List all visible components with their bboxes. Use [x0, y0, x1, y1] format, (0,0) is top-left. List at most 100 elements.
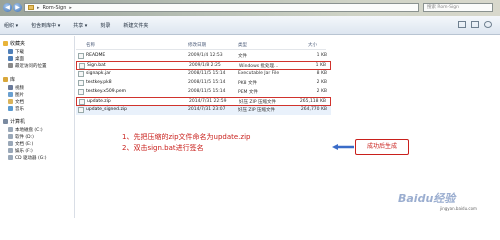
back-arrow-icon[interactable]: ◀	[3, 3, 12, 12]
sidebar-item-label: 音乐	[15, 106, 24, 112]
column-header-size[interactable]: 大小	[308, 42, 317, 48]
file-type: 文件	[238, 54, 247, 59]
file-type: 好压 ZIP 压缩文件	[239, 100, 276, 105]
sidebar-item[interactable]: 下载	[8, 48, 24, 55]
column-header-name[interactable]: 名称	[86, 42, 95, 48]
file-name: signapk.jar	[86, 71, 111, 76]
breadcrumb-separator: ▸	[37, 4, 40, 11]
sidebar-item-label: 娱乐 (F:)	[15, 148, 33, 154]
sidebar-item[interactable]: CD 驱动器 (G:)	[8, 154, 46, 161]
file-icon	[79, 63, 85, 69]
drive-icon	[8, 134, 13, 139]
sidebar-item[interactable]: 最近访问的位置	[8, 62, 47, 69]
file-name: Sign.bat	[87, 63, 106, 68]
file-icon	[78, 71, 84, 77]
preview-pane-icon[interactable]	[471, 21, 479, 28]
search-input[interactable]: 搜索 Rom-Sign	[423, 3, 493, 12]
sidebar-item-label: 收藏夹	[10, 41, 26, 47]
file-date: 2009/1/8 2:25	[189, 63, 221, 68]
file-date: 2014/7/31 22:59	[189, 99, 227, 104]
file-size: 2 KB	[316, 89, 327, 94]
file-type: PK8 文件	[238, 81, 257, 86]
view-controls	[458, 21, 492, 28]
sidebar-item[interactable]: 软件 (D:)	[8, 133, 34, 140]
sidebar-item[interactable]: 库	[3, 76, 15, 83]
sidebar-item[interactable]: 音乐	[8, 105, 24, 112]
include-in-library-button[interactable]: 包含到库中 ▾	[31, 22, 60, 29]
file-date: 2008/11/5 15:14	[188, 71, 226, 76]
title-bar: ◀ ▶ ▸ Rom-Sign ▸ 搜索 Rom-Sign	[0, 0, 500, 16]
file-name: README	[86, 53, 106, 58]
sidebar-item[interactable]: 图片	[8, 91, 24, 98]
sidebar-item-label: 图片	[15, 92, 24, 98]
library-icon	[3, 77, 8, 82]
sidebar-item-label: 软件 (D:)	[15, 134, 34, 140]
instruction-step-1: 1、先把压缩的zip文件命名为update.zip	[122, 133, 251, 141]
column-header-date[interactable]: 修改日期	[188, 42, 206, 48]
chevron-right-icon: ▸	[69, 4, 72, 11]
file-row[interactable]: testkey.x509.pem 2008/11/5 15:14 PEM 文件 2 K…	[76, 88, 331, 97]
file-icon	[78, 89, 84, 95]
sidebar-item-label: CD 驱动器 (G:)	[15, 155, 47, 161]
address-bar[interactable]: ▸ Rom-Sign ▸	[24, 3, 419, 12]
column-header-type[interactable]: 类型	[238, 42, 247, 48]
burn-button[interactable]: 刻录	[100, 22, 110, 29]
file-icon	[78, 53, 84, 59]
sidebar-item-label: 最近访问的位置	[15, 63, 47, 69]
new-folder-button[interactable]: 新建文件夹	[123, 22, 148, 29]
sidebar-item[interactable]: 计算机	[3, 118, 25, 125]
forward-arrow-icon[interactable]: ▶	[13, 3, 22, 12]
download-folder-icon	[8, 49, 13, 54]
file-row[interactable]: signapk.jar 2008/11/5 15:14 Executable Jar…	[76, 70, 331, 79]
help-icon[interactable]	[484, 21, 492, 28]
header-divider	[76, 49, 326, 50]
file-icon	[79, 99, 85, 105]
navigation-pane: 收藏夹下载 桌面 最近访问的位置库视频 图片 文档 音乐计算机 本地磁盘 (C:) 软件 (D…	[0, 36, 75, 218]
drive-icon	[8, 148, 13, 153]
file-name: testkey.x509.pem	[86, 89, 126, 94]
documents-library-icon	[8, 99, 13, 104]
sidebar-item[interactable]: 视频	[8, 84, 24, 91]
file-date: 2014/7/31 23:07	[188, 107, 226, 112]
sidebar-item[interactable]: 收藏夹	[3, 40, 25, 47]
file-size: 2 KB	[316, 80, 327, 85]
drive-icon	[8, 127, 13, 132]
file-size: 1 KB	[316, 53, 327, 58]
sidebar-item[interactable]: 文档	[8, 98, 24, 105]
file-row[interactable]: update.zip 2014/7/31 22:59 好压 ZIP 压缩文件 265,…	[76, 97, 331, 106]
file-row[interactable]: testkey.pk8 2008/11/5 15:14 PK8 文件 2 KB	[76, 79, 331, 88]
sidebar-item-label: 视频	[15, 85, 24, 91]
file-size: 264,770 KB	[300, 107, 327, 112]
sidebar-item-label: 文档	[15, 99, 24, 105]
file-date: 2008/11/5 15:14	[188, 80, 226, 85]
breadcrumb[interactable]: Rom-Sign	[43, 5, 67, 11]
file-row[interactable]: update_signed.zip 2014/7/31 23:07 好压 ZIP 压…	[76, 106, 331, 115]
sidebar-item[interactable]: 桌面	[8, 55, 24, 62]
desktop-icon	[8, 56, 13, 61]
file-size: 1 KB	[315, 63, 326, 68]
sidebar-item[interactable]: 本地磁盘 (C:)	[8, 126, 43, 133]
file-name: update_signed.zip	[86, 107, 127, 112]
file-size: 265,118 KB	[299, 99, 326, 104]
file-size: 8 KB	[316, 71, 327, 76]
share-button[interactable]: 共享 ▾	[73, 22, 87, 29]
file-name: update.zip	[87, 99, 111, 104]
sidebar-item-label: 下载	[15, 49, 24, 55]
sidebar-item-label: 库	[10, 77, 16, 83]
file-type: Windows 批处理...	[239, 64, 279, 69]
file-row[interactable]: README 2009/1/4 12:53 文件 1 KB	[76, 52, 331, 61]
arrow-left-icon	[332, 144, 354, 150]
instruction-step-2: 2、双击sign.bat进行签名	[122, 144, 204, 152]
file-date: 2009/1/4 12:53	[188, 53, 223, 58]
organize-button[interactable]: 组织 ▾	[4, 22, 18, 29]
file-type: PEM 文件	[238, 90, 258, 95]
command-bar: 组织 ▾ 包含到库中 ▾ 共享 ▾ 刻录 新建文件夹	[0, 16, 500, 35]
recent-places-icon	[8, 63, 13, 68]
cd-drive-icon	[8, 155, 13, 160]
view-options-icon[interactable]	[458, 21, 466, 28]
file-row[interactable]: Sign.bat 2009/1/8 2:25 Windows 批处理... 1 KB	[76, 61, 331, 70]
sidebar-item[interactable]: 文档 (E:)	[8, 140, 33, 147]
video-library-icon	[8, 85, 13, 90]
file-type: 好压 ZIP 压缩文件	[238, 108, 275, 113]
sidebar-item[interactable]: 娱乐 (F:)	[8, 147, 33, 154]
